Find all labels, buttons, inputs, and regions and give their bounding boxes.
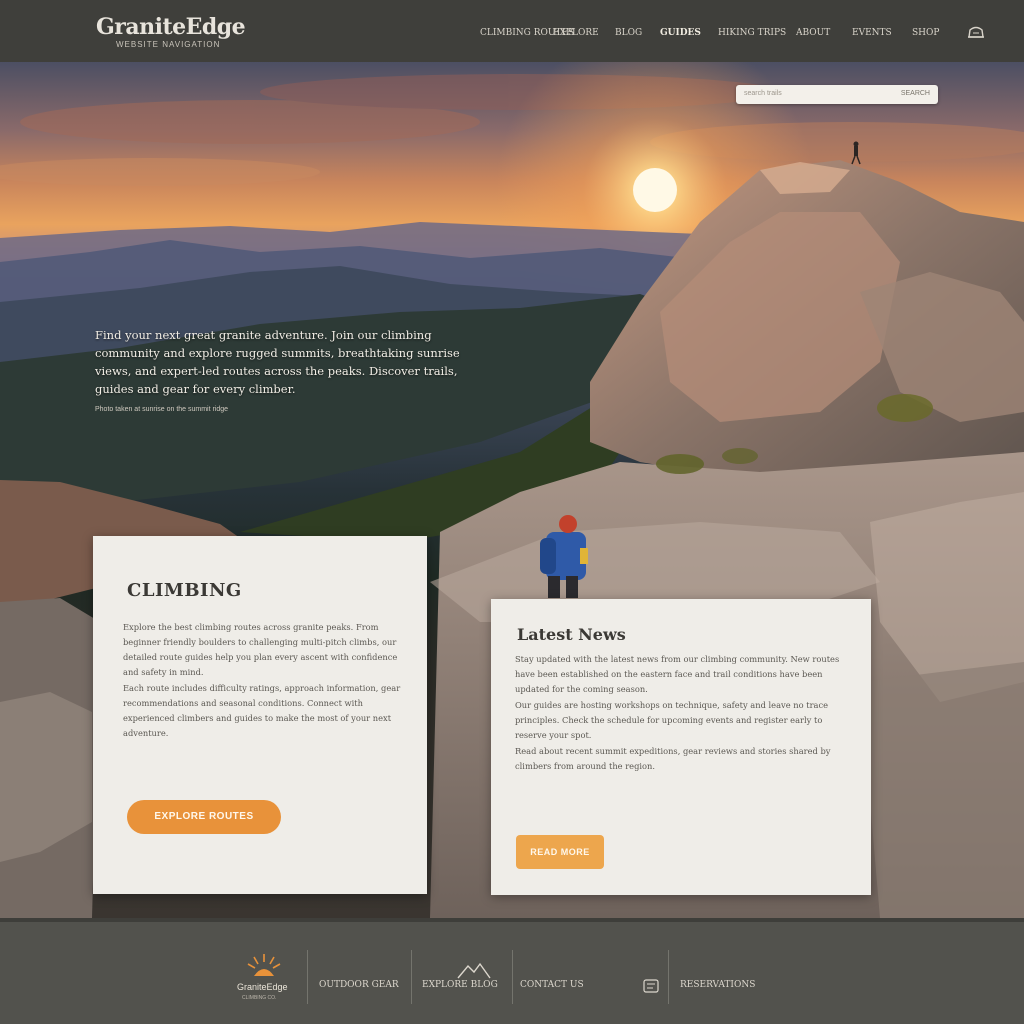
phone-icon [643, 979, 659, 993]
footer-link-reservations[interactable]: RESERVATIONS [680, 980, 755, 990]
footer-divider [668, 950, 669, 1004]
climbing-card: CLIMBING Explore the best climbing route… [93, 536, 427, 894]
card-paragraph: Each route includes difficulty ratings, … [123, 683, 401, 738]
nav-item-shop[interactable]: SHOP [912, 28, 939, 38]
logo-title[interactable]: GraniteEdge [96, 14, 246, 40]
nav-item-events[interactable]: EVENTS [852, 28, 892, 38]
nav-item-blog[interactable]: BLOG [615, 28, 642, 38]
search-input[interactable]: search trails SEARCH [736, 85, 938, 104]
footer-logo-text[interactable]: GraniteEdge [237, 982, 288, 992]
site-header: GraniteEdge WEBSITE NAVIGATION CLIMBING … [0, 0, 1024, 62]
nav-item-about[interactable]: ABOUT [796, 28, 830, 38]
card-body: Stay updated with the latest news from o… [515, 652, 851, 774]
hero-intro-text: Find your next great granite adventure. … [95, 328, 460, 396]
search-placeholder: search trails [744, 90, 782, 97]
card-paragraph: Our guides are hosting workshops on tech… [515, 700, 829, 740]
card-title: CLIMBING [127, 580, 242, 601]
read-more-button[interactable]: READ MORE [516, 835, 604, 869]
footer-link-outdoor-gear[interactable]: OUTDOOR GEAR [319, 980, 399, 990]
sun-logo-icon [247, 954, 281, 976]
footer-strip [0, 918, 1024, 922]
hero-caption: Photo taken at sunrise on the summit rid… [95, 406, 229, 413]
card-title: Latest News [517, 625, 626, 644]
footer-link-contact[interactable]: CONTACT US [520, 980, 584, 990]
backpack-icon[interactable] [966, 24, 986, 40]
search-button[interactable]: SEARCH [901, 90, 930, 97]
nav-item-hiking-trips[interactable]: HIKING TRIPS [718, 28, 786, 38]
footer-divider [411, 950, 412, 1004]
footer-divider [307, 950, 308, 1004]
footer-link-explore-blog[interactable]: EXPLORE BLOG [422, 980, 498, 990]
nav-item-explore[interactable]: EXPLORE [553, 28, 599, 38]
main-nav: CLIMBING ROUTES EXPLORE BLOG GUIDES HIKI… [480, 28, 950, 42]
explore-routes-button[interactable]: EXPLORE ROUTES [127, 800, 281, 834]
card-paragraph: Explore the best climbing routes across … [123, 622, 398, 677]
logo-tagline: WEBSITE NAVIGATION [116, 40, 221, 49]
card-paragraph: Stay updated with the latest news from o… [515, 654, 840, 694]
card-paragraph: Read about recent summit expeditions, ge… [515, 746, 831, 771]
mountain-icon [457, 962, 491, 979]
news-card: Latest News Stay updated with the latest… [491, 599, 871, 895]
footer-divider [512, 950, 513, 1004]
hero-intro: Find your next great granite adventure. … [95, 326, 475, 413]
nav-item-guides[interactable]: GUIDES [660, 28, 701, 38]
card-body: Explore the best climbing routes across … [123, 620, 403, 741]
footer-logo-sub: CLIMBING CO. [242, 995, 277, 1001]
